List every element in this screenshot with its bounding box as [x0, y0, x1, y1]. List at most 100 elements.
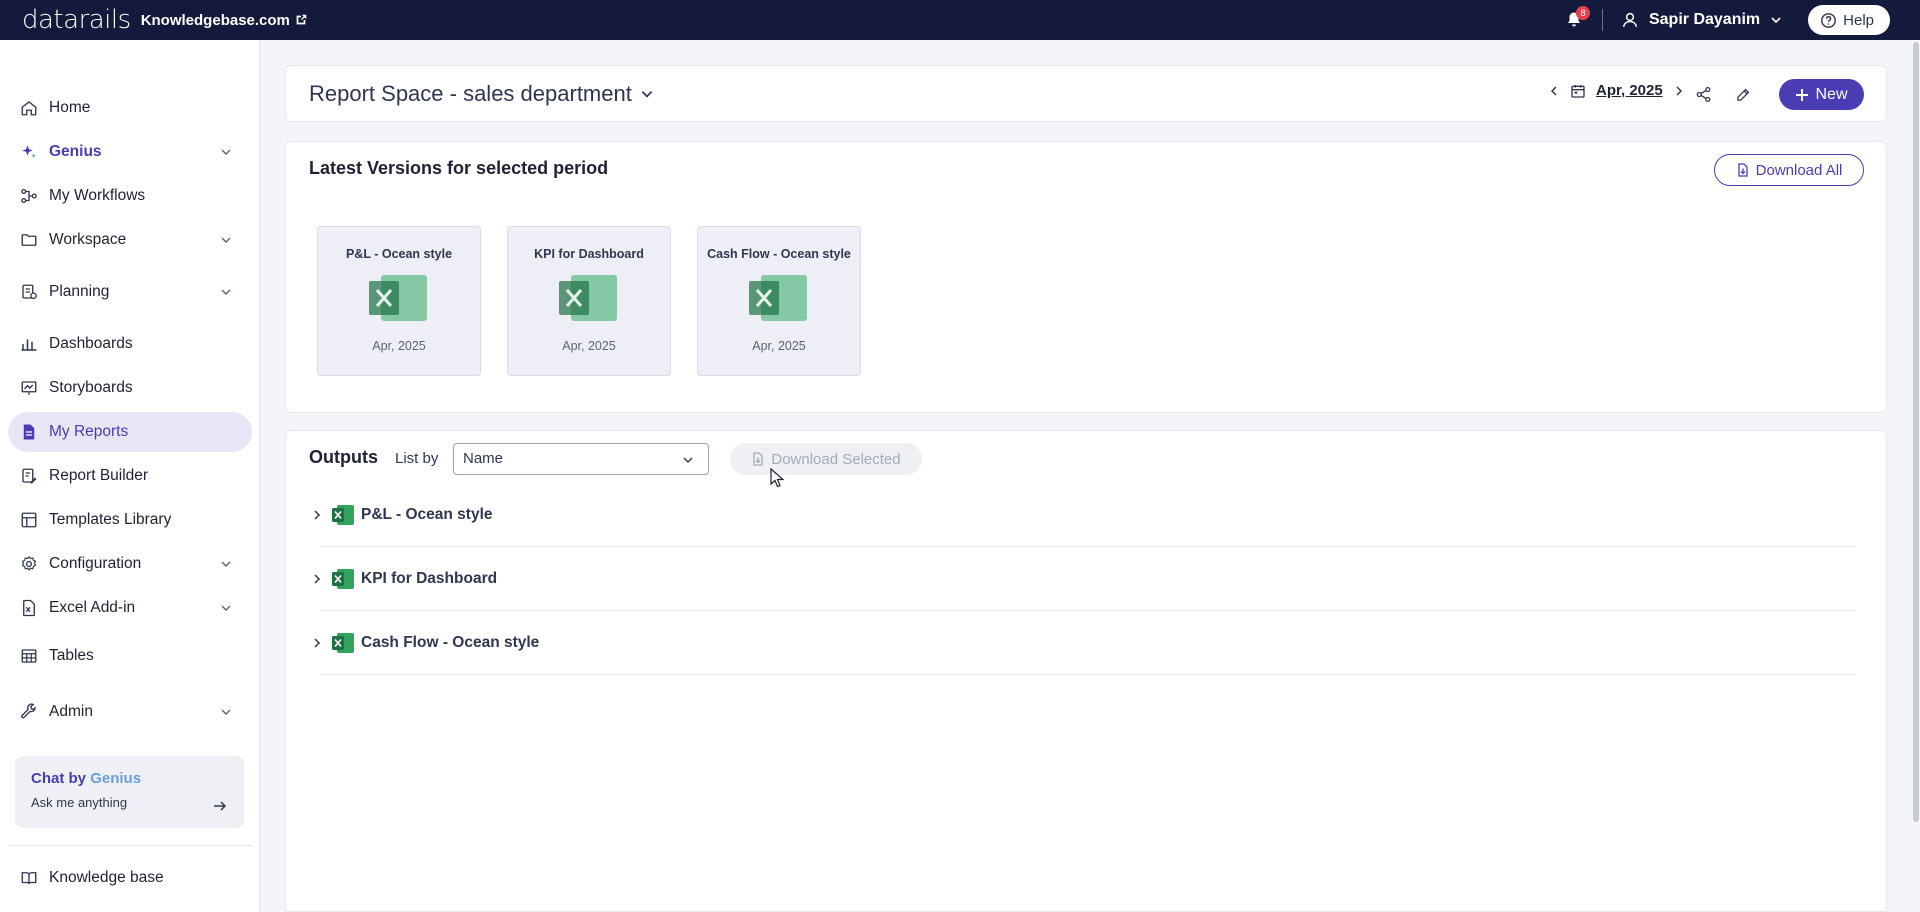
top-bar: datarails Knowledgebase.com 8 Sapir Daya…	[0, 0, 1920, 40]
sidebar-item-configuration[interactable]: Configuration	[8, 544, 252, 584]
version-tile[interactable]: Cash Flow - Ocean style Apr, 2025	[697, 226, 861, 376]
scrollbar-thumb[interactable]	[1913, 42, 1919, 822]
sidebar-item-home[interactable]: Home	[8, 88, 252, 128]
sidebar-item-workspace[interactable]: Workspace	[8, 220, 252, 260]
sidebar-item-label: Excel Add-in	[49, 599, 136, 616]
version-tile-date: Apr, 2025	[752, 339, 806, 353]
sidebar-item-label: Workspace	[49, 231, 127, 248]
sidebar-item-admin[interactable]: Admin	[8, 692, 252, 732]
chevron-left-icon[interactable]	[1548, 85, 1560, 97]
latest-versions-title: Latest Versions for selected period	[309, 158, 609, 178]
new-button-label: New	[1815, 85, 1848, 103]
datarails-logo[interactable]: datarails	[22, 0, 131, 40]
help-icon	[1821, 12, 1837, 28]
knowledgebase-link[interactable]: Knowledgebase.com	[141, 12, 308, 29]
notifications-button[interactable]: 8	[1562, 6, 1590, 32]
top-bar-divider	[1601, 9, 1603, 31]
excel-icon	[332, 504, 354, 525]
sidebar-item-label: My Workflows	[49, 187, 146, 204]
download-all-button[interactable]: Download All	[1714, 154, 1864, 186]
new-button[interactable]: New	[1779, 79, 1864, 110]
output-row[interactable]: KPI for Dashboard	[314, 547, 1856, 611]
genius-chat-card[interactable]: Chat by Genius Ask me anything	[15, 756, 244, 828]
list-by-value: Name	[463, 450, 504, 467]
output-row[interactable]: Cash Flow - Ocean style	[314, 611, 1856, 675]
calendar-icon[interactable]	[1570, 83, 1586, 99]
knowledgebase-link-label: Knowledgebase.com	[140, 11, 290, 29]
bar-chart-icon	[20, 335, 38, 353]
sidebar-item-knowledge-base[interactable]: Knowledge base	[8, 858, 252, 898]
sidebar-item-label: Tables	[49, 647, 94, 664]
chevron-right-icon[interactable]	[311, 573, 323, 585]
download-all-label: Download All	[1755, 161, 1843, 179]
sidebar-item-genius[interactable]: Genius	[8, 132, 252, 172]
gear-icon	[20, 555, 38, 573]
chevron-down-icon	[1771, 17, 1781, 24]
chat-title-prefix: Chat by	[31, 770, 87, 787]
chevron-down-icon	[221, 605, 231, 611]
period-date[interactable]: Apr, 2025	[1596, 82, 1663, 99]
sidebar-item-label: Admin	[49, 703, 93, 720]
excel-icon	[332, 632, 354, 653]
version-tile-date: Apr, 2025	[562, 339, 616, 353]
workflow-icon	[20, 187, 38, 205]
sidebar-item-my-workflows[interactable]: My Workflows	[8, 176, 252, 216]
chat-subtitle: Ask me anything	[31, 795, 128, 810]
arrow-right-icon[interactable]	[212, 798, 228, 814]
external-link-icon	[296, 14, 307, 25]
chevron-right-icon[interactable]	[1673, 85, 1685, 97]
chat-title-brand: Genius	[90, 770, 142, 787]
folder-icon	[20, 231, 38, 249]
help-button[interactable]: Help	[1808, 5, 1890, 35]
excel-file-icon	[747, 273, 811, 323]
page-scrollbar[interactable]	[1912, 40, 1920, 912]
output-name: P&L - Ocean style	[361, 505, 493, 523]
period-selector: Apr, 2025	[1548, 82, 1685, 99]
version-tile-name: KPI for Dashboard	[534, 247, 644, 261]
user-menu[interactable]: Sapir Dayanim	[1621, 11, 1782, 29]
home-icon	[20, 99, 38, 117]
chevron-down-icon	[683, 457, 693, 463]
excel-icon	[332, 568, 354, 589]
notifications-badge: 8	[1575, 6, 1590, 20]
latest-versions-panel: Latest Versions for selected period Down…	[285, 141, 1887, 413]
sidebar-item-templates-library[interactable]: Templates Library	[8, 500, 252, 540]
sidebar-item-excel-add-in[interactable]: Excel Add-in	[8, 588, 252, 628]
planning-icon	[20, 283, 38, 301]
report-space-selector[interactable]: Report Space - sales department	[309, 81, 654, 107]
chevron-right-icon[interactable]	[311, 637, 323, 649]
version-tile[interactable]: KPI for Dashboard Apr, 2025	[507, 226, 671, 376]
presentation-icon	[20, 379, 38, 397]
sidebar-item-label: Planning	[49, 283, 110, 300]
report-icon	[20, 423, 38, 441]
wrench-icon	[20, 703, 38, 721]
report-space-header: Report Space - sales department Apr, 202…	[285, 65, 1887, 122]
outputs-panel: Outputs List by Name Download Selected P…	[285, 430, 1887, 912]
sidebar-item-label: Genius	[49, 143, 102, 160]
output-name: KPI for Dashboard	[361, 569, 498, 587]
file-download-icon	[753, 452, 764, 466]
edit-button[interactable]	[1733, 84, 1753, 104]
sidebar-item-report-builder[interactable]: Report Builder	[8, 456, 252, 496]
version-tile-name: Cash Flow - Ocean style	[707, 247, 851, 261]
sidebar-item-tables[interactable]: Tables	[8, 636, 252, 676]
download-selected-button[interactable]: Download Selected	[730, 443, 922, 475]
excel-file-icon	[367, 273, 431, 323]
version-tile[interactable]: P&L - Ocean style Apr, 2025	[317, 226, 481, 376]
sparkle-icon	[20, 143, 38, 161]
user-icon	[1622, 12, 1638, 27]
chevron-down-icon	[221, 289, 231, 295]
list-by-select[interactable]: Name	[453, 443, 709, 475]
sidebar-item-dashboards[interactable]: Dashboards	[8, 324, 252, 364]
chevron-right-icon[interactable]	[311, 509, 323, 521]
sidebar-item-label: Templates Library	[49, 511, 172, 528]
sidebar-item-planning[interactable]: Planning	[8, 272, 252, 312]
sidebar-item-storyboards[interactable]: Storyboards	[8, 368, 252, 408]
sidebar-item-my-reports[interactable]: My Reports	[8, 412, 252, 452]
sidebar-item-label: Configuration	[49, 555, 142, 572]
output-row[interactable]: P&L - Ocean style	[314, 483, 1856, 547]
share-button[interactable]	[1693, 84, 1713, 104]
version-tile-date: Apr, 2025	[372, 339, 426, 353]
sidebar-item-label: My Reports	[49, 423, 129, 440]
chevron-down-icon	[221, 149, 231, 155]
